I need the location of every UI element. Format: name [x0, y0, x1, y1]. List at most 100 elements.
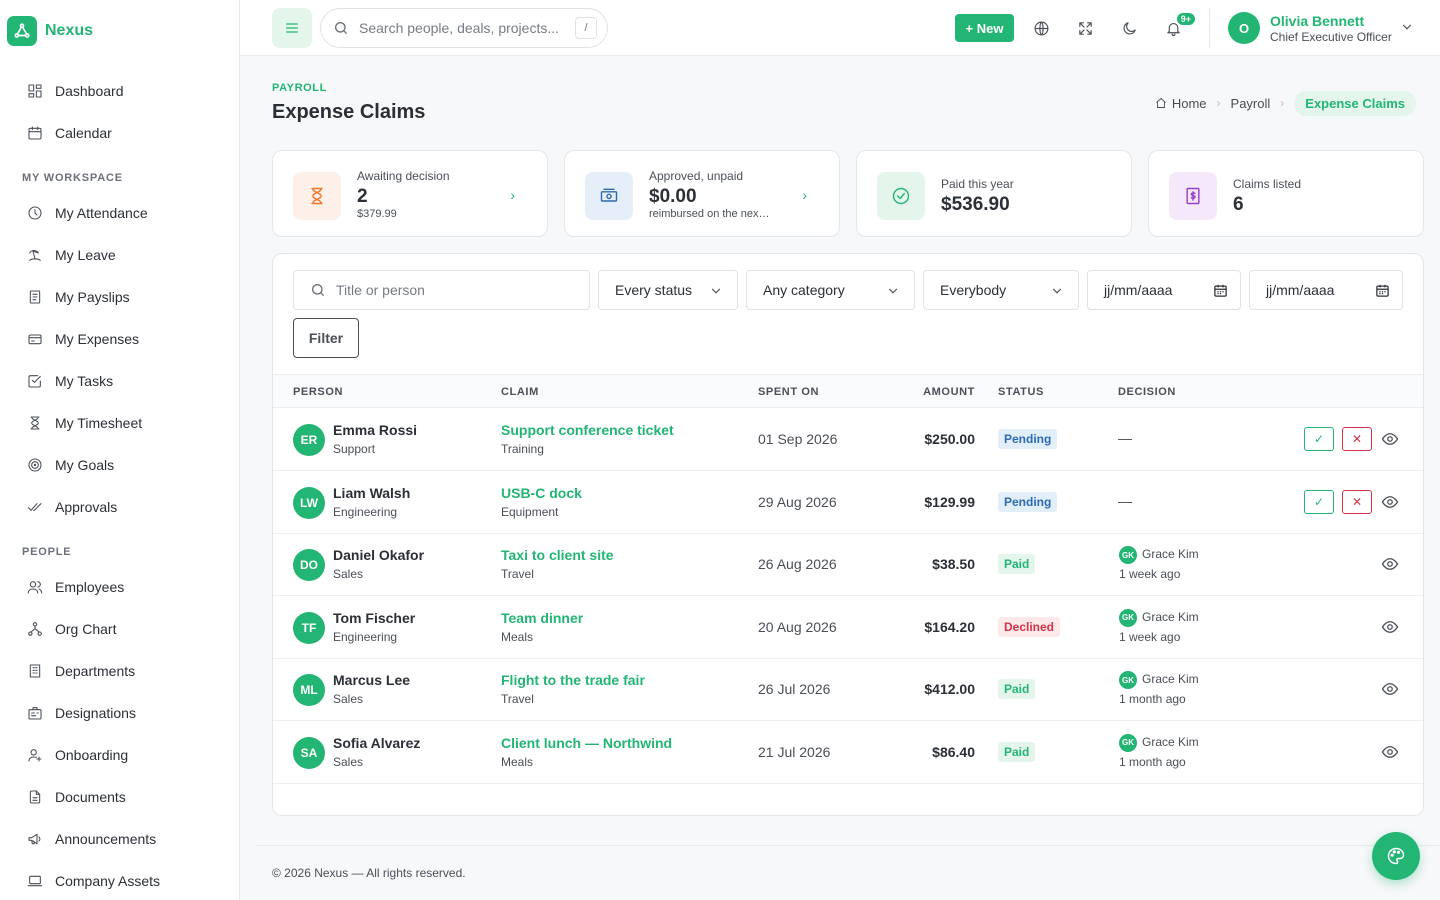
notifications-button[interactable]: 9+ — [1157, 11, 1197, 44]
date-to-input[interactable]: jj/mm/aaaa — [1249, 270, 1403, 310]
global-search[interactable]: / — [320, 8, 608, 48]
sidebar-item-onboarding[interactable]: Onboarding — [0, 734, 239, 776]
breadcrumb-separator-icon: › — [1216, 96, 1221, 110]
filter-search[interactable] — [293, 270, 590, 310]
breadcrumb-payroll[interactable]: Payroll — [1231, 96, 1271, 111]
card-icon — [28, 334, 42, 345]
theme-toggle-button[interactable] — [1113, 12, 1145, 44]
org-chart-icon — [28, 622, 42, 636]
claim-title-link[interactable]: Taxi to client site — [501, 547, 614, 563]
menu-toggle-button[interactable] — [272, 8, 312, 48]
spent-on-date: 26 Aug 2026 — [758, 556, 837, 572]
category-select[interactable]: Any category — [746, 270, 915, 310]
view-eye-icon[interactable] — [1381, 555, 1401, 575]
sidebar-item-my-tasks[interactable]: My Tasks — [0, 360, 239, 402]
sidebar-item-my-leave[interactable]: My Leave — [0, 234, 239, 276]
search-icon — [335, 22, 347, 34]
new-button[interactable]: + New — [955, 14, 1014, 42]
fullscreen-button[interactable] — [1069, 12, 1101, 44]
hourglass-icon — [293, 172, 341, 220]
view-eye-icon[interactable] — [1381, 493, 1401, 513]
claim-title-link[interactable]: USB-C dock — [501, 485, 582, 501]
claim-title-link[interactable]: Team dinner — [501, 610, 583, 626]
user-menu-chevron-down-icon[interactable] — [1400, 20, 1414, 37]
stat-card-approved-unpaid[interactable]: Approved, unpaid $0.00 reimbursed on the… — [564, 150, 840, 237]
avatar: ER — [293, 424, 325, 456]
sidebar-item-designations[interactable]: Designations — [0, 692, 239, 734]
check-square-icon — [28, 375, 41, 388]
view-eye-icon[interactable] — [1381, 430, 1401, 450]
status-badge: Pending — [998, 429, 1058, 449]
person-name: Liam Walsh — [333, 484, 411, 501]
beach-icon — [29, 249, 41, 261]
decider-name: Grace Kim — [1142, 734, 1199, 749]
reject-button[interactable]: ✕ — [1342, 489, 1372, 514]
approve-button[interactable]: ✓ — [1304, 489, 1334, 514]
spent-on-date: 20 Aug 2026 — [758, 618, 837, 635]
status-select[interactable]: Every status — [598, 270, 738, 310]
sidebar-item-employees[interactable]: Employees — [0, 566, 239, 608]
table-row[interactable]: LW Liam Walsh Engineering USB-C dock Equ… — [273, 471, 1423, 534]
view-eye-icon[interactable] — [1381, 618, 1401, 638]
column-header-amount: AMOUNT — [923, 386, 975, 398]
globe-icon — [1034, 21, 1048, 35]
user-avatar[interactable]: O — [1228, 12, 1260, 44]
decision-empty: — — [1118, 430, 1132, 446]
table-row[interactable]: ER Emma Rossi Support Support conference… — [273, 408, 1423, 471]
user-role: Chief Executive Officer — [1270, 30, 1392, 44]
sidebar-item-dashboard[interactable]: Dashboard — [0, 70, 239, 112]
person-department: Sales — [333, 567, 364, 581]
sidebar-item-company-assets[interactable]: Company Assets — [0, 860, 239, 900]
global-search-input[interactable] — [359, 20, 559, 36]
filter-search-input[interactable] — [336, 282, 556, 298]
language-button[interactable] — [1025, 12, 1057, 44]
claim-title-link[interactable]: Support conference ticket — [501, 422, 674, 438]
footer-copyright: © 2026 Nexus — All rights reserved. — [272, 866, 466, 880]
brand[interactable]: Nexus — [0, 0, 239, 62]
status-badge: Paid — [998, 554, 1036, 574]
person-department: Sales — [333, 692, 364, 706]
expand-icon — [1078, 21, 1092, 35]
reject-button[interactable]: ✕ — [1342, 427, 1372, 451]
sidebar-item-org-chart[interactable]: Org Chart — [0, 608, 239, 650]
breadcrumb-home[interactable]: Home — [1155, 96, 1207, 111]
table-row[interactable]: TF Tom Fischer Engineering Team dinner M… — [273, 596, 1423, 659]
sidebar-item-my-timesheet[interactable]: My Timesheet — [0, 402, 239, 444]
stat-label: Awaiting decision — [357, 169, 450, 183]
stat-label: Claims listed — [1233, 177, 1302, 191]
view-eye-icon[interactable] — [1381, 680, 1401, 700]
breadcrumb-current: Expense Claims — [1294, 90, 1416, 116]
table-row[interactable]: ML Marcus Lee Sales Flight to the trade … — [273, 658, 1423, 721]
claim-amount: $38.50 — [932, 556, 975, 572]
stat-subtext: reimbursed on the next payroll — [649, 208, 771, 220]
sidebar-item-my-payslips[interactable]: My Payslips — [0, 276, 239, 318]
decider-name: Grace Kim — [1142, 672, 1199, 686]
user-name[interactable]: Olivia Bennett — [1270, 13, 1364, 29]
column-header-decision: DECISION — [1118, 386, 1176, 398]
column-header-spent-on: SPENT ON — [758, 386, 820, 398]
sidebar-item-my-expenses[interactable]: My Expenses — [0, 318, 239, 360]
claim-title-link[interactable]: Flight to the trade fair — [501, 672, 645, 688]
sidebar-item-my-goals[interactable]: My Goals — [0, 444, 239, 486]
sidebar-item-departments[interactable]: Departments — [0, 650, 239, 692]
chevron-down-icon — [1052, 288, 1062, 294]
stat-card-awaiting[interactable]: Awaiting decision 2 $379.99 › — [272, 150, 548, 237]
person-select[interactable]: Everybody — [923, 270, 1079, 310]
page-overline: PAYROLL — [272, 82, 327, 94]
target-icon — [28, 458, 42, 472]
sidebar-item-my-attendance[interactable]: My Attendance — [0, 192, 239, 234]
date-from-input[interactable]: jj/mm/aaaa — [1087, 270, 1241, 310]
filter-button[interactable]: Filter — [293, 318, 359, 358]
table-row[interactable]: DO Daniel Okafor Sales Taxi to client si… — [273, 533, 1423, 596]
customize-palette-button[interactable] — [1372, 832, 1420, 880]
sidebar-item-approvals[interactable]: Approvals — [0, 486, 239, 528]
sidebar-item-calendar[interactable]: Calendar — [0, 112, 239, 154]
table-row[interactable]: SA Sofia Alvarez Sales Client lunch — No… — [273, 721, 1423, 784]
view-eye-icon[interactable] — [1381, 743, 1401, 763]
approve-button[interactable]: ✓ — [1304, 427, 1334, 451]
claim-title-link[interactable]: Client lunch — Northwind — [501, 735, 672, 751]
sidebar-item-announcements[interactable]: Announcements — [0, 818, 239, 860]
claims-panel: Every status Any category Everybody jj/m… — [272, 253, 1424, 816]
sidebar-item-documents[interactable]: Documents — [0, 776, 239, 818]
claim-category: Training — [501, 442, 544, 456]
